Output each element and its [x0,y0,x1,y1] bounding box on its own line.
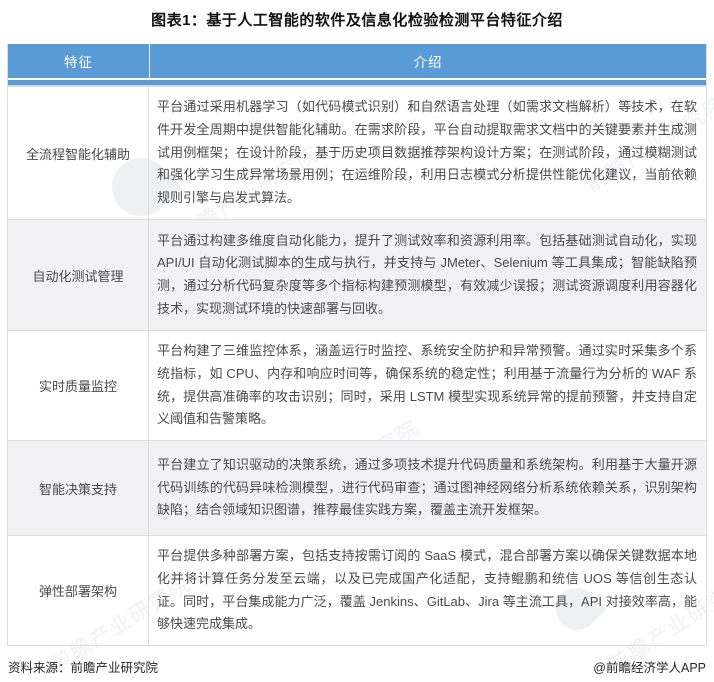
table-row: 智能决策支持 平台建立了知识驱动的决策系统，通过多项技术提升代码质量和系统架构。… [8,440,706,535]
table-row: 自动化测试管理 平台通过构建多维度自动化能力，提升了测试效率和资源利用率。包括基… [8,219,706,330]
brand-note: @前瞻经济学人APP [593,657,706,676]
feature-cell: 自动化测试管理 [8,220,149,330]
table-row: 实时质量监控 平台构建了三维监控体系，涵盖运行时监控、系统安全防护和异常预警。通… [8,330,706,440]
table-header-row: 特征 介绍 [8,44,706,80]
page: 前瞻产业研究院 前瞻产业研究院 前瞻产业研究院 前瞻产业研究院 前瞻产业研究院 … [0,0,714,682]
feature-cell: 弹性部署架构 [8,536,149,645]
footer: 资料来源：前瞻产业研究院 @前瞻经济学人APP [0,657,714,676]
description-cell: 平台提供多种部署方案，包括支持按需订阅的 SaaS 模式，混合部署方案以确保关键… [149,536,706,645]
source-note: 资料来源：前瞻产业研究院 [8,657,158,676]
column-header-feature: 特征 [8,44,150,80]
description-cell: 平台构建了三维监控体系，涵盖运行时监控、系统安全防护和异常预警。通过实时采集多个… [149,331,706,440]
feature-cell: 全流程智能化辅助 [8,87,149,219]
feature-cell: 智能决策支持 [8,441,149,535]
feature-table: 特征 介绍 全流程智能化辅助 平台通过采用机器学习（如代码模式识别）和自然语言处… [7,44,707,646]
description-cell: 平台通过采用机器学习（如代码模式识别）和自然语言处理（如需求文档解析）等技术，在… [149,87,706,219]
page-title: 图表1：基于人工智能的软件及信息化检验检测平台特征介绍 [0,0,714,30]
table-row: 全流程智能化辅助 平台通过采用机器学习（如代码模式识别）和自然语言处理（如需求文… [8,86,706,219]
column-header-description: 介绍 [150,44,706,80]
table-row: 弹性部署架构 平台提供多种部署方案，包括支持按需订阅的 SaaS 模式，混合部署… [8,535,706,645]
description-cell: 平台建立了知识驱动的决策系统，通过多项技术提升代码质量和系统架构。利用基于大量开… [149,441,706,535]
feature-cell: 实时质量监控 [8,331,149,440]
description-cell: 平台通过构建多维度自动化能力，提升了测试效率和资源利用率。包括基础测试自动化，实… [149,220,706,330]
